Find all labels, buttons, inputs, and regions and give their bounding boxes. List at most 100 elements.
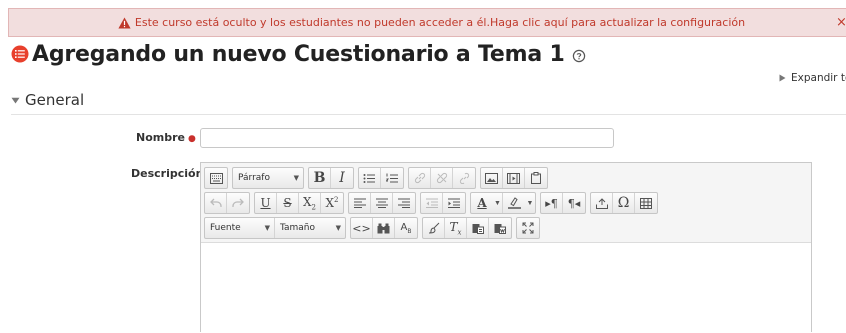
alert-close-button[interactable]: × bbox=[836, 15, 846, 30]
background-color-button[interactable] bbox=[503, 193, 525, 213]
section-title[interactable]: General bbox=[25, 91, 84, 109]
alert-message[interactable]: Este curso está oculto y los estudiantes… bbox=[135, 16, 745, 29]
font-size-select[interactable]: Tamaño ▼ bbox=[275, 218, 345, 238]
unlink-button[interactable] bbox=[431, 168, 453, 188]
toolbar-group: Ω bbox=[590, 192, 658, 214]
align-right-button[interactable] bbox=[393, 193, 415, 213]
special-character-button[interactable]: Ω bbox=[613, 193, 635, 213]
fullscreen-button[interactable] bbox=[517, 218, 539, 238]
align-left-button[interactable] bbox=[349, 193, 371, 213]
indent-button[interactable] bbox=[443, 193, 465, 213]
toolbar-group bbox=[420, 192, 466, 214]
omega-icon: Ω bbox=[617, 195, 630, 211]
paragraph-format-select[interactable]: Párrafo ▼ bbox=[233, 168, 303, 188]
anchor-button[interactable] bbox=[453, 168, 475, 188]
editor-content-area[interactable] bbox=[201, 243, 811, 333]
binoculars-icon bbox=[377, 223, 390, 233]
clear-format-icon: Tx bbox=[449, 219, 462, 237]
manage-files-button[interactable] bbox=[525, 168, 547, 188]
toolbar-group bbox=[348, 192, 416, 214]
toolbar-group bbox=[480, 167, 548, 189]
paste-word-button[interactable] bbox=[489, 218, 511, 238]
alert-content[interactable]: Este curso está oculto y los estudiantes… bbox=[9, 9, 846, 36]
text-color-dropdown[interactable]: ▼ bbox=[493, 193, 503, 213]
name-label: Nombre ● bbox=[136, 131, 196, 144]
undo-button[interactable] bbox=[205, 193, 227, 213]
font-family-select[interactable]: Fuente ▼ bbox=[205, 218, 275, 238]
rtl-icon: ¶◂ bbox=[567, 196, 581, 210]
numbered-list-icon bbox=[385, 173, 398, 182]
toolbar-group: B I bbox=[308, 167, 354, 189]
expand-all-link[interactable]: Expandir tod bbox=[779, 72, 846, 84]
page-header: Agregando un nuevo Cuestionario a Tema 1 bbox=[11, 40, 586, 68]
background-color-dropdown[interactable]: ▼ bbox=[525, 193, 535, 213]
ltr-button[interactable]: ▸¶ bbox=[541, 193, 563, 213]
keyboard-icon bbox=[209, 172, 223, 184]
clipboard-files-icon bbox=[531, 172, 541, 184]
chevron-down-icon: ▼ bbox=[526, 199, 534, 207]
paste-text-button[interactable] bbox=[467, 218, 489, 238]
font-family-label: Fuente bbox=[210, 223, 241, 233]
remove-format-button[interactable]: Tx bbox=[445, 218, 467, 238]
insert-equation-button[interactable] bbox=[591, 193, 613, 213]
align-center-button[interactable] bbox=[371, 193, 393, 213]
toolbar-group: Tx bbox=[422, 217, 512, 239]
section-divider bbox=[11, 114, 846, 115]
media-icon bbox=[507, 172, 520, 184]
italic-button[interactable]: I bbox=[331, 168, 353, 188]
toolbar-group bbox=[408, 167, 476, 189]
font-size-label: Tamaño bbox=[280, 223, 316, 233]
required-icon: ● bbox=[187, 134, 196, 144]
subscript-icon: X2 bbox=[302, 194, 316, 212]
text-color-button[interactable]: A bbox=[471, 193, 493, 213]
course-hidden-alert[interactable]: Este curso está oculto y los estudiantes… bbox=[8, 8, 846, 37]
underline-button[interactable]: U bbox=[255, 193, 277, 213]
section-general-toggle[interactable]: General bbox=[11, 91, 84, 109]
source-code-button[interactable]: <> bbox=[351, 218, 373, 238]
help-icon[interactable] bbox=[572, 49, 586, 63]
replace-button[interactable]: AB bbox=[395, 218, 417, 238]
italic-icon: I bbox=[339, 170, 345, 186]
paste-text-icon bbox=[472, 224, 484, 234]
rtl-button[interactable]: ¶◂ bbox=[563, 193, 585, 213]
superscript-icon: X2 bbox=[325, 196, 339, 210]
paragraph-format-label: Párrafo bbox=[238, 173, 270, 183]
numbered-list-button[interactable] bbox=[381, 168, 403, 188]
insert-table-button[interactable] bbox=[635, 193, 657, 213]
bold-icon: B bbox=[313, 170, 326, 186]
underline-icon: U bbox=[260, 196, 271, 210]
redo-icon bbox=[232, 198, 244, 207]
bold-button[interactable]: B bbox=[309, 168, 331, 188]
align-left-icon bbox=[353, 198, 366, 208]
clear-formatting-button[interactable] bbox=[423, 218, 445, 238]
toolbar-group: ▸¶ ¶◂ bbox=[540, 192, 586, 214]
subscript-button[interactable]: X2 bbox=[299, 193, 321, 213]
toolbar-group bbox=[516, 217, 540, 239]
bullet-list-icon bbox=[363, 173, 375, 183]
chevron-down-icon: ▼ bbox=[494, 199, 501, 207]
link-button[interactable] bbox=[409, 168, 431, 188]
description-editor[interactable]: Párrafo ▼ B I U S X2 X2 A ▼ ▼ ▸¶ ¶◂ Ω Fu… bbox=[200, 162, 812, 333]
find-button[interactable] bbox=[373, 218, 395, 238]
name-label-text: Nombre bbox=[136, 131, 185, 144]
fullscreen-icon bbox=[522, 222, 534, 234]
redo-button[interactable] bbox=[227, 193, 249, 213]
bullet-list-button[interactable] bbox=[359, 168, 381, 188]
highlight-icon bbox=[507, 197, 521, 209]
code-icon: <> bbox=[352, 221, 371, 235]
toolbar-row-3: Fuente ▼ Tamaño ▼ <> AB Tx bbox=[204, 217, 544, 239]
name-input[interactable] bbox=[200, 128, 614, 148]
insert-media-button[interactable] bbox=[503, 168, 525, 188]
insert-image-button[interactable] bbox=[481, 168, 503, 188]
align-right-icon bbox=[398, 198, 410, 208]
toolbar-collapse-button[interactable] bbox=[205, 168, 227, 188]
chevron-down-icon: ▼ bbox=[264, 224, 270, 232]
toolbar-group bbox=[204, 167, 228, 189]
strikethrough-button[interactable]: S bbox=[277, 193, 299, 213]
outdent-button[interactable] bbox=[421, 193, 443, 213]
superscript-button[interactable]: X2 bbox=[321, 193, 343, 213]
caret-right-icon bbox=[779, 74, 786, 82]
brush-icon bbox=[428, 222, 439, 234]
replace-icon: AB bbox=[400, 221, 412, 235]
expand-all-label[interactable]: Expandir tod bbox=[791, 72, 846, 84]
